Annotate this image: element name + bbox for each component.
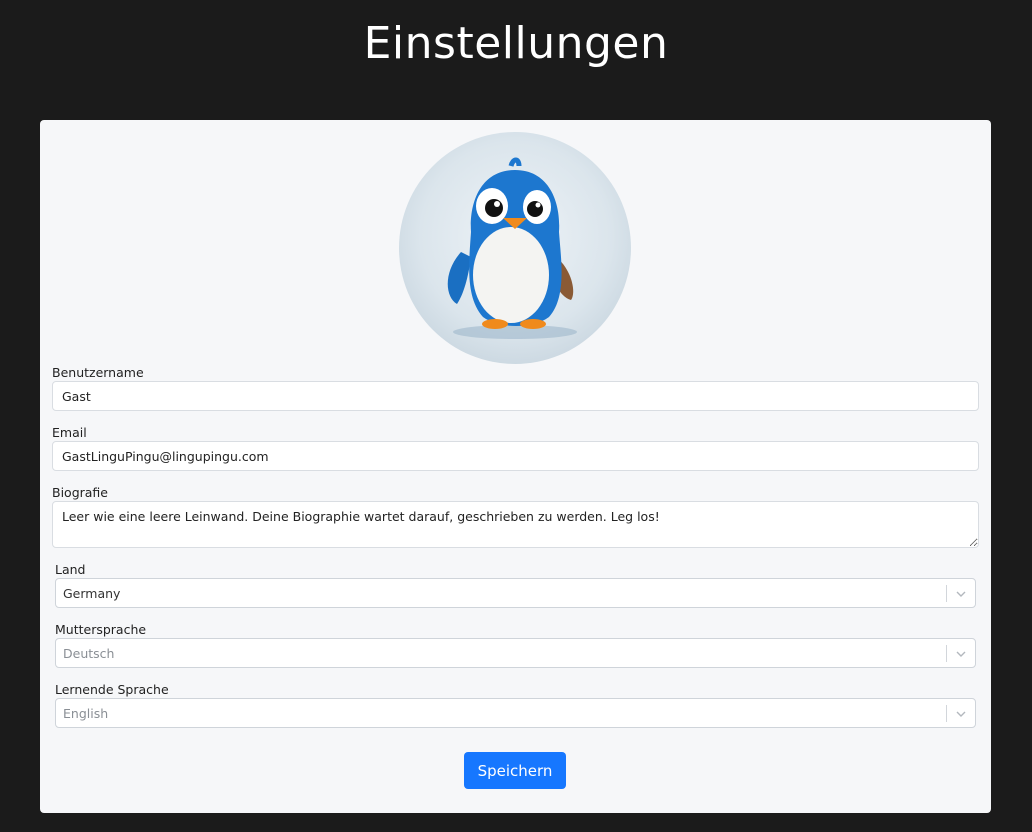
chevron-down-icon[interactable] [955,648,967,660]
page-title: Einstellungen [363,18,669,69]
penguin-avatar-icon[interactable] [399,132,631,364]
chevron-down-icon[interactable] [955,588,967,600]
penguin-illustration [447,157,577,339]
native-language-label: Muttersprache [55,622,147,637]
settings-card: Benutzername Email Biografie Leer wie ei… [40,120,991,813]
bio-textarea[interactable]: Leer wie eine leere Leinwand. Deine Biog… [52,501,979,548]
learning-language-label: Lernende Sprache [55,682,169,697]
select-separator [946,705,947,722]
select-separator [946,645,947,662]
country-select-value: Germany [63,586,121,601]
learning-language-select[interactable]: English [55,698,976,728]
native-language-select[interactable]: Deutsch [55,638,976,668]
username-label: Benutzername [52,365,144,380]
username-input[interactable] [52,381,979,411]
select-separator [946,585,947,602]
email-input[interactable] [52,441,979,471]
learning-language-select-value: English [63,706,109,721]
bio-label: Biografie [52,485,108,500]
chevron-down-icon[interactable] [955,708,967,720]
email-label: Email [52,425,87,440]
native-language-select-value: Deutsch [63,646,115,661]
country-label: Land [55,562,86,577]
save-button[interactable]: Speichern [464,752,566,789]
country-select[interactable]: Germany [55,578,976,608]
